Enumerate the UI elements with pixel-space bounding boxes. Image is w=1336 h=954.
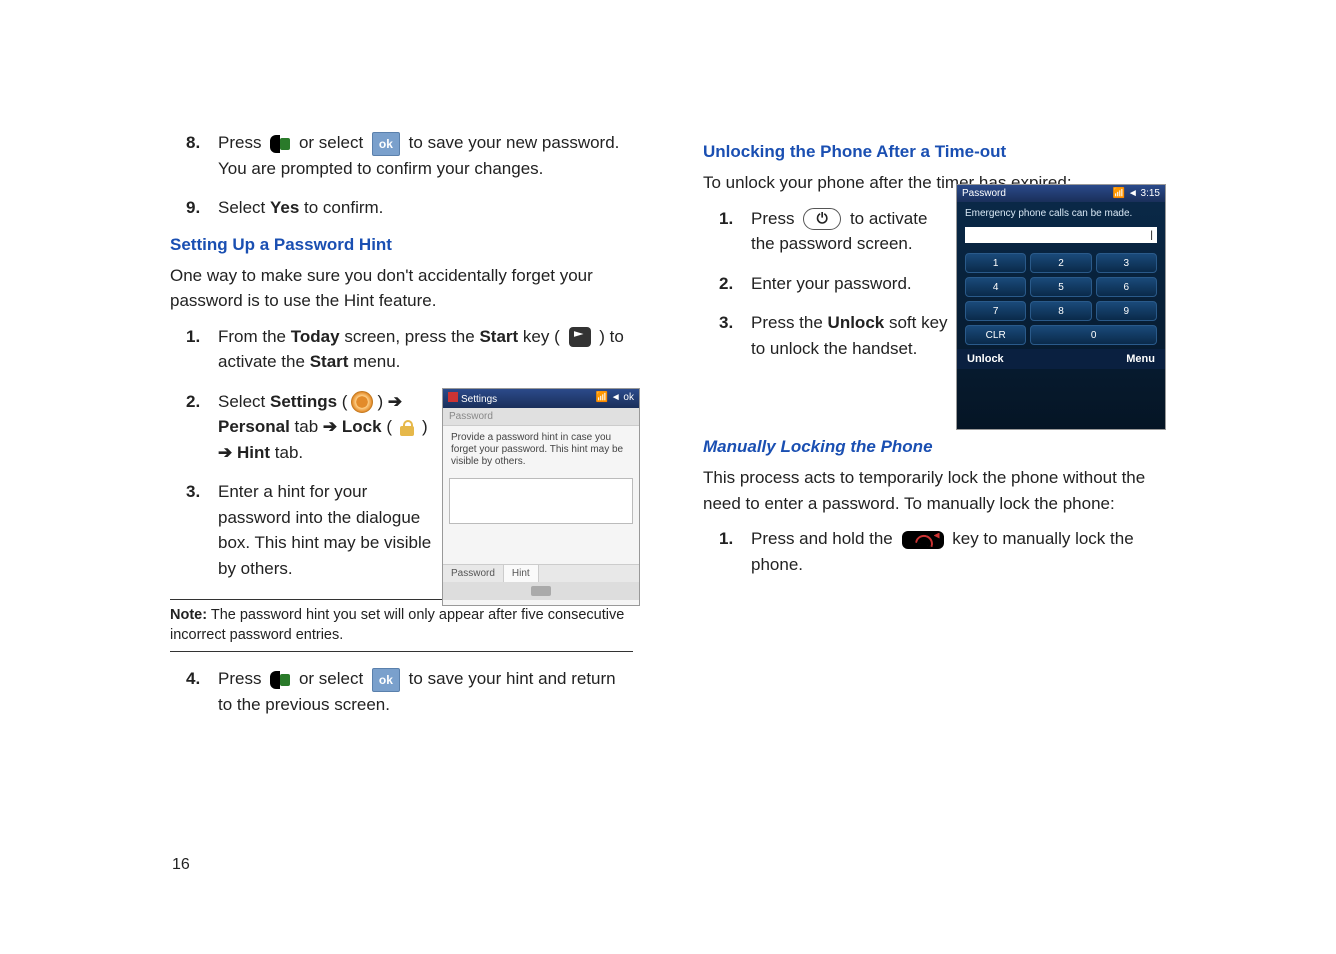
lock-keypad: 1 2 3 4 5 6 7 8 9 CLR 0 (957, 249, 1165, 349)
hs2-personal: Personal (218, 417, 290, 436)
lock-title: Password (962, 188, 1006, 199)
left-column: 8. Press or select ok to save your new p… (170, 130, 633, 731)
hs3: Enter a hint for your password into the … (218, 482, 431, 578)
hs2-tab2: tab (275, 443, 299, 462)
lock-password-input[interactable]: | (965, 227, 1157, 243)
key-3[interactable]: 3 (1096, 253, 1157, 273)
key-4[interactable]: 4 (965, 277, 1026, 297)
hs2-hint: Hint (237, 443, 270, 462)
step8-or: or select (299, 133, 363, 152)
step-8: 8. Press or select ok to save your new p… (196, 130, 633, 181)
heading-manual-lock: Manually Locking the Phone (703, 437, 1166, 457)
gear-icon (351, 391, 373, 413)
start-flag-icon (569, 327, 591, 347)
power-icon: ⏻ (803, 208, 841, 230)
manual-intro: This process acts to temporarily lock th… (703, 465, 1166, 516)
key-7[interactable]: 7 (965, 301, 1026, 321)
hint-step-3: 3. Enter a hint for your password into t… (196, 479, 438, 581)
hs1c: key ( (523, 327, 560, 346)
hs2a: Select (218, 392, 265, 411)
shot-subbar: Password (443, 408, 639, 426)
hs2-settings: Settings (270, 392, 337, 411)
step8-text-a: Press (218, 133, 261, 152)
ok-icon-2: ok (372, 668, 400, 692)
heading-unlock: Unlocking the Phone After a Time-out (703, 142, 1166, 162)
shot-tab-hint[interactable]: Hint (504, 565, 539, 582)
shot-status-icons: 📶 ◄ ok (596, 392, 634, 405)
hs2-tab: tab (295, 417, 319, 436)
manual-step-1: 1. Press and hold the key to manually lo… (729, 526, 1166, 577)
us3-unlock: Unlock (828, 313, 885, 332)
enter-icon (270, 135, 290, 153)
shot-tab-password[interactable]: Password (443, 565, 504, 582)
heading-password-hint: Setting Up a Password Hint (170, 235, 633, 255)
key-9[interactable]: 9 (1096, 301, 1157, 321)
hs2-lock: Lock (342, 417, 382, 436)
shot-hintnote: Provide a password hint in case you forg… (443, 426, 639, 474)
key-clr[interactable]: CLR (965, 325, 1026, 345)
hs1a: From the (218, 327, 286, 346)
softkey-unlock[interactable]: Unlock (967, 353, 1004, 365)
lock-msg: Emergency phone calls can be made. (957, 202, 1165, 225)
note-label: Note: (170, 607, 207, 623)
hs1-start: Start (479, 327, 518, 346)
shot-title: Settings (461, 394, 497, 405)
hs4-or: or select (299, 669, 363, 688)
page-number: 16 (172, 856, 190, 874)
key-2[interactable]: 2 (1030, 253, 1091, 273)
key-5[interactable]: 5 (1030, 277, 1091, 297)
shot-hint-input[interactable] (449, 478, 633, 524)
key-6[interactable]: 6 (1096, 277, 1157, 297)
hs1-today: Today (291, 327, 340, 346)
settings-screenshot: Settings 📶 ◄ ok Password Provide a passw… (442, 388, 640, 606)
hs1-startmenu: Start (310, 352, 349, 371)
hint-intro: One way to make sure you don't accidenta… (170, 263, 633, 314)
hint-step-2: 2. Select Settings () ➔ Personal tab ➔ L… (196, 389, 438, 466)
note-text: The password hint you set will only appe… (170, 607, 624, 643)
ok-icon: ok (372, 132, 400, 156)
us1a: Press (751, 209, 794, 228)
end-call-icon (902, 531, 944, 549)
step9-b: to confirm. (304, 198, 383, 217)
enter-icon-2 (270, 671, 290, 689)
step-9: 9. Select Yes to confirm. (196, 195, 633, 221)
hs4a: Press (218, 669, 261, 688)
lockscreen-screenshot: Password 📶 ◄ 3:15 Emergency phone calls … (956, 184, 1166, 430)
key-0[interactable]: 0 (1030, 325, 1157, 345)
key-8[interactable]: 8 (1030, 301, 1091, 321)
hint-step-4: 4. Press or select ok to save your hint … (196, 666, 633, 717)
lock-time: 3:15 (1141, 188, 1160, 199)
right-column: Unlocking the Phone After a Time-out To … (703, 130, 1166, 731)
hint-step-1: 1. From the Today screen, press the Star… (196, 324, 633, 375)
us2: Enter your password. (751, 271, 951, 297)
us3a: Press the (751, 313, 823, 332)
hs1e: menu. (353, 352, 400, 371)
step9-yes: Yes (270, 198, 299, 217)
key-1[interactable]: 1 (965, 253, 1026, 273)
ms1a: Press and hold the (751, 529, 893, 548)
hs1b: screen, press the (344, 327, 474, 346)
keyboard-icon[interactable] (531, 586, 551, 596)
note-block: Note: The password hint you set will onl… (170, 599, 633, 652)
step9-a: Select (218, 198, 265, 217)
lock-icon (396, 418, 418, 438)
softkey-menu[interactable]: Menu (1126, 353, 1155, 365)
lock-status-time: 📶 ◄ 3:15 (1113, 188, 1160, 199)
